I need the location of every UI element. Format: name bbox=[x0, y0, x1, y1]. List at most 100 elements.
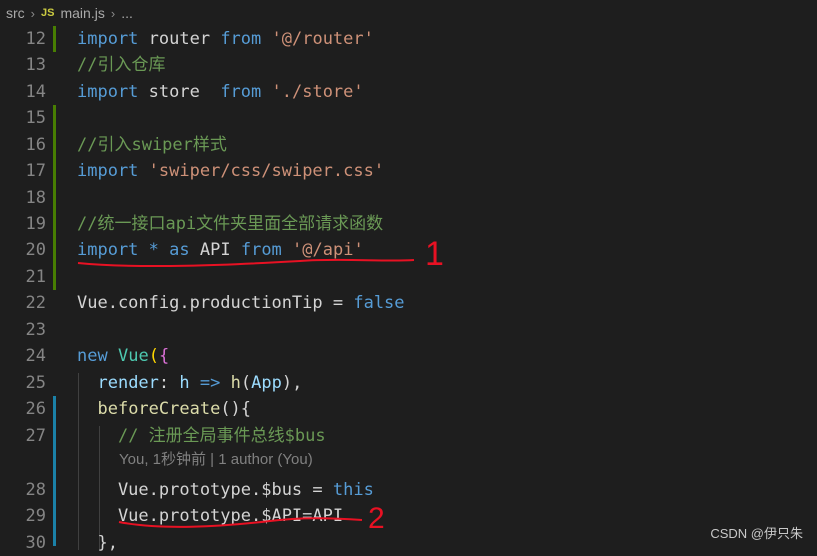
line-number: 23 bbox=[25, 320, 46, 340]
code-line[interactable]: 24 new Vue({ bbox=[0, 343, 817, 369]
code-text: //引入swiper样式 bbox=[77, 132, 227, 158]
code-token: 'swiper/css/swiper.css' bbox=[148, 161, 385, 181]
code-token: false bbox=[353, 293, 405, 313]
git-blame-codelens[interactable]: You, 1秒钟前 | 1 author (You) bbox=[119, 448, 313, 469]
breadcrumb-symbols[interactable]: ... bbox=[121, 5, 133, 21]
code-line[interactable]: 23 bbox=[0, 317, 817, 343]
code-text: import router from '@/router' bbox=[77, 26, 374, 52]
code-token: '@/router' bbox=[271, 29, 374, 49]
code-text: import store from './store' bbox=[77, 79, 364, 105]
line-number: 12 bbox=[25, 29, 46, 49]
code-token: h bbox=[179, 373, 190, 393]
chevron-right-icon: › bbox=[110, 5, 116, 21]
breadcrumb-folder[interactable]: src bbox=[6, 5, 25, 21]
line-number: 16 bbox=[25, 135, 46, 155]
code-token: : bbox=[158, 373, 180, 393]
code-token: store bbox=[138, 82, 221, 102]
code-line[interactable]: 13 //引入仓库 bbox=[0, 52, 817, 78]
code-token: render bbox=[97, 373, 159, 393]
code-token: '@/api' bbox=[292, 240, 364, 260]
line-number: 13 bbox=[25, 55, 46, 75]
code-token: { bbox=[158, 346, 170, 366]
code-text: //统一接口api文件夹里面全部请求函数 bbox=[77, 211, 383, 237]
code-token: import bbox=[77, 240, 139, 260]
code-line[interactable]: 14 import store from './store' bbox=[0, 79, 817, 105]
line-number: 17 bbox=[25, 161, 46, 181]
line-number: 28 bbox=[25, 480, 46, 500]
code-text: import * as API from '@/api' bbox=[77, 237, 364, 263]
code-token: //引入仓库 bbox=[77, 55, 166, 75]
code-token: beforeCreate bbox=[97, 399, 221, 419]
line-number: 20 bbox=[25, 240, 46, 260]
line-number: 18 bbox=[25, 188, 46, 208]
code-token: (){ bbox=[220, 399, 252, 419]
breadcrumb-file[interactable]: main.js bbox=[60, 5, 104, 21]
code-text: Vue.config.productionTip = false bbox=[77, 290, 405, 316]
code-token: import bbox=[77, 82, 139, 102]
code-token: h bbox=[230, 373, 241, 393]
code-token: new bbox=[77, 346, 108, 366]
code-token: import bbox=[77, 161, 139, 181]
code-text: beforeCreate(){ bbox=[77, 396, 251, 422]
code-token: }, bbox=[77, 533, 118, 553]
code-text: import 'swiper/css/swiper.css' bbox=[77, 158, 384, 184]
code-line[interactable]: 18 bbox=[0, 185, 817, 211]
code-token: Vue.prototype.$API=API bbox=[77, 506, 344, 526]
code-line[interactable]: 15 bbox=[0, 105, 817, 131]
code-token: as bbox=[169, 240, 190, 260]
code-line[interactable]: 12 import router from '@/router' bbox=[0, 26, 817, 52]
code-token: ( bbox=[148, 346, 159, 366]
code-line[interactable]: 16 //引入swiper样式 bbox=[0, 132, 817, 158]
code-token: => bbox=[199, 373, 221, 393]
code-line[interactable]: 27 // 注册全局事件总线$bus bbox=[0, 423, 817, 449]
code-line[interactable]: 29 Vue.prototype.$API=API bbox=[0, 503, 817, 529]
javascript-file-icon: JS bbox=[41, 7, 55, 19]
code-token: //引入swiper样式 bbox=[77, 135, 227, 155]
code-token: Vue bbox=[117, 346, 149, 366]
code-line[interactable]: 17 import 'swiper/css/swiper.css' bbox=[0, 158, 817, 184]
code-line[interactable]: 20 import * as API from '@/api' bbox=[0, 237, 817, 263]
code-token: ), bbox=[281, 373, 303, 393]
code-token: Vue.config.productionTip = bbox=[77, 293, 354, 313]
line-number: 21 bbox=[25, 267, 46, 287]
code-text: }, bbox=[77, 530, 118, 556]
code-line[interactable]: 21 bbox=[0, 264, 817, 290]
code-token: this bbox=[332, 480, 374, 500]
line-number: 24 bbox=[25, 346, 46, 366]
code-line[interactable]: 19 //统一接口api文件夹里面全部请求函数 bbox=[0, 211, 817, 237]
code-token: router bbox=[138, 29, 221, 49]
code-line[interactable]: 25 render: h => h(App), bbox=[0, 370, 817, 396]
code-token: ( bbox=[240, 373, 252, 393]
line-number: 19 bbox=[25, 214, 46, 234]
code-line[interactable]: 22 Vue.config.productionTip = false bbox=[0, 290, 817, 316]
code-editor[interactable]: You, 1秒钟前 | 1 author (You) 12 import rout… bbox=[0, 26, 817, 553]
line-number: 30 bbox=[25, 533, 46, 553]
code-text: Vue.prototype.$API=API bbox=[77, 503, 343, 529]
code-line[interactable]: 30 }, bbox=[0, 530, 817, 556]
code-text: Vue.prototype.$bus = this bbox=[77, 477, 374, 503]
code-text: render: h => h(App), bbox=[77, 370, 302, 396]
code-token: './store' bbox=[271, 82, 364, 102]
code-token: App bbox=[251, 373, 282, 393]
code-token: Vue.prototype.$bus = bbox=[77, 480, 333, 500]
line-number: 26 bbox=[25, 399, 46, 419]
code-token: // 注册全局事件总线$bus bbox=[117, 426, 326, 446]
code-text: new Vue({ bbox=[77, 343, 169, 369]
code-text: // 注册全局事件总线$bus bbox=[77, 423, 326, 449]
code-line[interactable]: 26 beforeCreate(){ bbox=[0, 396, 817, 422]
code-token: from bbox=[220, 29, 262, 49]
chevron-right-icon: › bbox=[30, 5, 36, 21]
watermark: CSDN @伊只朱 bbox=[710, 526, 803, 541]
code-line[interactable]: 28 Vue.prototype.$bus = this bbox=[0, 477, 817, 503]
